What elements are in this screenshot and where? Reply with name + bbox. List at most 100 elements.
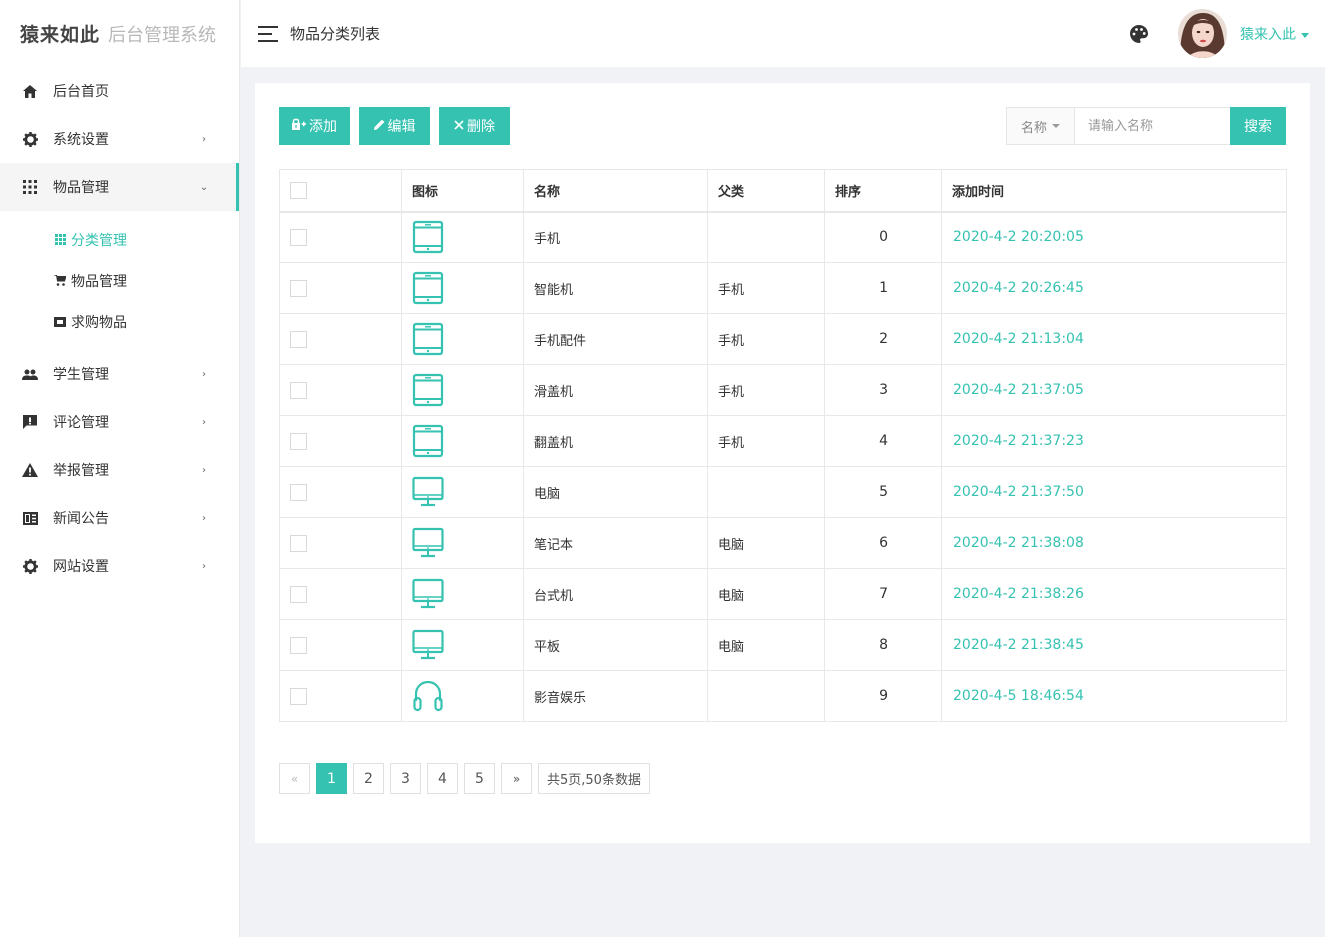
menu-toggle-icon[interactable] [258,25,278,42]
table-row[interactable]: 笔记本 电脑 6 2020-4-2 21:38:08 [279,517,1287,569]
search-button[interactable]: 搜索 [1230,107,1286,145]
submenu-item-goods[interactable]: 物品管理 [0,260,239,301]
pagination-page[interactable]: 1 [316,763,347,794]
caret-down-icon [1301,32,1309,38]
row-checkbox[interactable] [290,330,307,348]
sidebar-menu: 后台首页 系统设置 › 物品管理 ⌄ 分类管理 物品管理 求购物品 学生管理 ›… [0,67,239,590]
avatar[interactable] [1178,9,1227,58]
grid-icon [54,234,66,246]
chevron-right-icon: › [202,133,206,145]
row-checkbox[interactable] [290,279,307,297]
table-row[interactable]: 手机 0 2020-4-2 20:20:05 [279,211,1287,263]
pagination-next[interactable]: » [501,763,532,794]
pagination-page[interactable]: 2 [353,763,384,794]
search-field-label: 名称 [1020,120,1047,136]
row-checkbox[interactable] [290,585,307,603]
search-field-select[interactable]: 名称 [1007,108,1075,144]
pagination-page[interactable]: 5 [464,763,495,794]
logo[interactable]: 猿来如此 后台管理系统 [0,0,239,67]
row-checkbox[interactable] [290,381,307,399]
sidebar-item-comments[interactable]: 评论管理 › [0,398,239,446]
tablet-icon [412,220,513,254]
pagination: « 1 2 3 4 5 » 共5页,50条数据 [279,763,650,794]
pagination-page[interactable]: 3 [390,763,421,794]
column-header: 添加时间 [941,169,1287,213]
ticket-icon [54,316,66,328]
row-checkbox[interactable] [290,687,307,705]
sidebar-item-news[interactable]: 新闻公告 › [0,494,239,542]
delete-label: 删除 [467,119,495,135]
edit-button[interactable]: 编辑 [359,107,430,145]
gear-icon [22,558,38,574]
sidebar-item-system-settings[interactable]: 系统设置 › [0,115,239,163]
gear-icon [22,131,38,147]
cart-icon [54,275,66,287]
row-checkbox[interactable] [290,534,307,552]
table-row[interactable]: 翻盖机 手机 4 2020-4-2 21:37:23 [279,415,1287,467]
row-parent: 电脑 [707,568,825,620]
row-parent [707,211,825,263]
row-checkbox[interactable] [290,432,307,450]
chevron-right-icon: › [202,512,206,524]
sidebar-item-goods-management[interactable]: 物品管理 ⌄ [0,163,239,211]
row-checkbox[interactable] [290,636,307,654]
delete-button[interactable]: 删除 [439,107,510,145]
row-sort: 8 [824,619,942,671]
row-parent [707,670,825,722]
comment-icon [22,414,38,430]
submenu-item-wanted[interactable]: 求购物品 [0,301,239,342]
row-time: 2020-4-2 21:38:45 [941,619,1287,671]
submenu-item-label: 物品管理 [71,273,127,290]
table-row[interactable]: 滑盖机 手机 3 2020-4-2 21:37:05 [279,364,1287,416]
row-select-cell [279,619,402,671]
chevron-down-icon: ⌄ [199,181,209,193]
monitor-icon [412,628,513,662]
column-header: 图标 [401,169,524,213]
pagination-prev[interactable]: « [279,763,310,794]
row-time: 2020-4-2 20:20:05 [941,211,1287,263]
tablet-icon [412,373,513,407]
palette-icon[interactable] [1130,25,1148,43]
row-icon-cell [401,670,524,722]
add-button[interactable]: 添加 [279,107,350,145]
brand-name: 猿来如此 [20,24,101,46]
table-row[interactable]: 智能机 手机 1 2020-4-2 20:26:45 [279,262,1287,314]
select-all-checkbox[interactable] [290,181,307,199]
pagination-page[interactable]: 4 [427,763,458,794]
sidebar-item-students[interactable]: 学生管理 › [0,350,239,398]
monitor-icon [412,577,513,611]
tablet-icon [412,424,513,458]
row-time: 2020-4-2 21:38:26 [941,568,1287,620]
row-sort: 6 [824,517,942,569]
row-checkbox[interactable] [290,483,307,501]
submenu-item-category[interactable]: 分类管理 [0,219,239,260]
row-icon-cell [401,568,524,620]
monitor-icon [412,526,513,560]
pencil-icon [373,118,385,134]
row-icon-cell [401,313,524,365]
submenu-goods: 分类管理 物品管理 求购物品 [0,211,239,350]
table-row[interactable]: 平板 电脑 8 2020-4-2 21:38:45 [279,619,1287,671]
search-input[interactable] [1075,108,1230,144]
table-row[interactable]: 手机配件 手机 2 2020-4-2 21:13:04 [279,313,1287,365]
row-icon-cell [401,262,524,314]
row-name: 影音娱乐 [523,670,708,722]
sidebar-item-site-settings[interactable]: 网站设置 › [0,542,239,590]
sidebar-item-label: 网站设置 [53,559,109,575]
row-sort: 2 [824,313,942,365]
sidebar-item-home[interactable]: 后台首页 [0,67,239,115]
row-time: 2020-4-2 21:13:04 [941,313,1287,365]
user-menu[interactable]: 猿来入此 [1240,24,1309,44]
row-checkbox[interactable] [290,228,307,246]
table-row[interactable]: 台式机 电脑 7 2020-4-2 21:38:26 [279,568,1287,620]
chevron-right-icon: › [202,416,206,428]
table-row[interactable]: 电脑 5 2020-4-2 21:37:50 [279,466,1287,518]
sidebar-item-label: 学生管理 [53,367,109,383]
row-time: 2020-4-2 21:37:05 [941,364,1287,416]
lock-plus-icon [292,118,306,134]
news-icon [22,510,38,526]
table-row[interactable]: 影音娱乐 9 2020-4-5 18:46:54 [279,670,1287,722]
row-name: 手机配件 [523,313,708,365]
sidebar-item-reports[interactable]: 举报管理 › [0,446,239,494]
user-name: 猿来入此 [1240,27,1296,43]
